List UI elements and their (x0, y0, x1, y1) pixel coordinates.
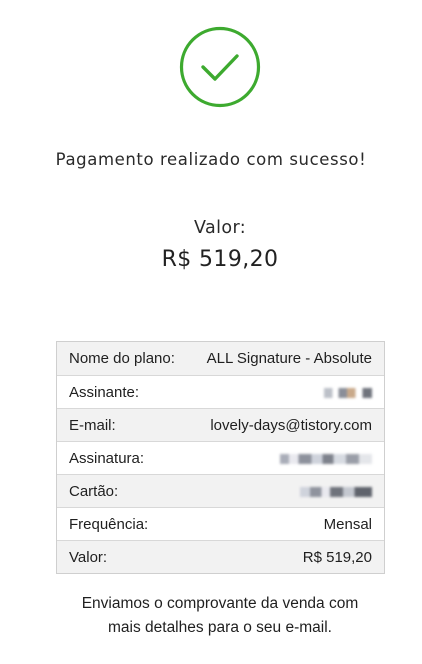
receipt-email-note: Enviamos o comprovante da venda com mais… (40, 592, 400, 640)
detail-key: Valor: (69, 548, 108, 566)
detail-key: Assinatura: (69, 449, 145, 467)
receipt-note-line1: Enviamos o comprovante da venda com (81, 595, 359, 612)
detail-row-subscriber: Assinante: (57, 375, 384, 408)
detail-row-frequency: Frequência: Mensal (57, 507, 384, 540)
success-check-icon (179, 26, 261, 108)
detail-value-redacted (300, 483, 372, 500)
payment-details-table: Nome do plano: ALL Signature - Absolute … (56, 341, 385, 574)
detail-key: Assinante: (69, 383, 140, 401)
redacted-text (280, 453, 372, 464)
detail-row-email: E-mail: lovely-days@tistory.com (57, 408, 384, 441)
detail-key: Nome do plano: (69, 350, 175, 367)
detail-value: ALL Signature - Absolute (206, 350, 372, 367)
detail-value-redacted (280, 450, 372, 467)
detail-value-redacted (324, 384, 372, 401)
redacted-text (324, 387, 372, 398)
detail-row-plan: Nome do plano: ALL Signature - Absolute (57, 342, 384, 375)
detail-row-subscription: Assinatura: (57, 441, 384, 474)
detail-value: R$ 519,20 (302, 548, 372, 566)
detail-row-amount: Valor: R$ 519,20 (57, 540, 384, 573)
detail-value: Mensal (323, 515, 372, 533)
amount-label: Valor: (193, 218, 247, 238)
receipt-note-line2: mais detalhes para o seu e-mail. (107, 619, 332, 636)
detail-value: lovely-days@tistory.com (210, 416, 372, 434)
detail-key: Frequência: (69, 515, 149, 533)
detail-row-card: Cartão: (57, 474, 384, 507)
redacted-text (300, 486, 372, 497)
detail-key: E-mail: (69, 416, 116, 434)
amount-value: R$ 519,20 (161, 247, 279, 272)
success-message: Pagamento realizado com sucesso! (55, 150, 367, 169)
detail-key: Cartão: (69, 482, 119, 500)
